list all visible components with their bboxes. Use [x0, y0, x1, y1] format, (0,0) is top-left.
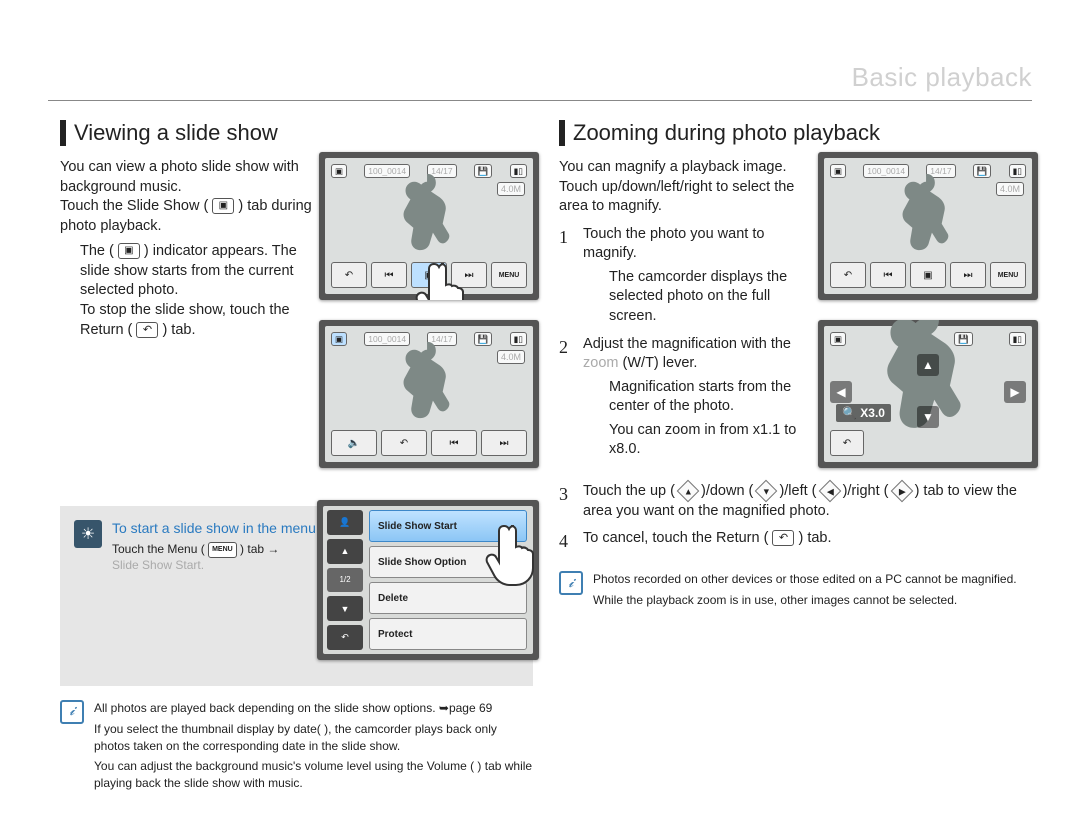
battery-icon [510, 332, 527, 346]
photo-mode-icon: ▣ [830, 332, 846, 346]
tipbox-slideshow-menu: ☀ To start a slide show in the menu scre… [60, 506, 533, 686]
lcd-screenshot-slideshow-2: ▣ 100_0014 14/17 💾 4.0M 🔈 ↶ [319, 320, 539, 468]
sidebar-up-icon[interactable]: ▲ [327, 539, 363, 564]
sd-card-icon: 💾 [973, 164, 992, 178]
photo-mode-icon: ▣ [331, 164, 347, 178]
nav-right-icon: ▶ [890, 480, 913, 503]
return-button[interactable]: ↶ [830, 262, 866, 288]
slideshow-button[interactable]: ▣ [910, 262, 946, 288]
sd-card-icon: 💾 [474, 164, 493, 178]
note-block-slideshow: 𝓲 All photos are played back depending o… [60, 700, 533, 792]
lcd-screenshot-zoom-1: ▣ 100_0014 14/17 💾 4.0M ↶ ⏮ [818, 152, 1038, 300]
menu-item-protect[interactable]: Protect [369, 618, 527, 650]
lightbulb-icon: ☀ [74, 520, 102, 548]
intro-text: You can view a photo slide show with bac… [60, 158, 320, 340]
sidebar-person-icon[interactable]: 👤 [327, 510, 363, 535]
nav-down-icon: ▼ [755, 480, 778, 503]
menu-button[interactable]: MENU [491, 262, 527, 288]
nav-left-button[interactable]: ◀ [830, 381, 852, 403]
note-text: All photos are played back depending on … [94, 700, 533, 792]
nav-up-button[interactable]: ▲ [917, 354, 939, 376]
section-title-text: Zooming during photo playback [573, 120, 880, 146]
section-title-zoom: Zooming during photo playback [559, 120, 1032, 146]
photo-mode-icon: ▣ [830, 164, 846, 178]
hand-pointer-icon [409, 258, 479, 300]
nav-left-icon: ◀ [818, 480, 841, 503]
prev-button[interactable]: ⏮ [371, 262, 407, 288]
slideshow-indicator-icon [118, 243, 140, 259]
step-3-text: Touch the up ( ▲ )/down ( ▼ )/left ( ◀ )… [583, 482, 1026, 521]
slideshow-indicator-icon: ▣ [331, 332, 347, 346]
return-icon [136, 322, 158, 338]
resolution-indicator: 4.0M [996, 182, 1024, 196]
lcd-screenshot-menu: 👤 ▲ 1/2 ▼ ↶ Slide Show Start Slide Show … [317, 500, 539, 660]
left-column: Viewing a slide show You can view a phot… [60, 120, 533, 792]
right-column: Zooming during photo playback You can ma… [559, 120, 1032, 792]
prev-button[interactable]: ⏮ [870, 262, 906, 288]
next-button[interactable]: ⏭ [950, 262, 986, 288]
zoom-level-indicator: 🔍 X3.0 [836, 404, 891, 422]
return-button[interactable]: ↶ [830, 430, 864, 456]
next-button[interactable]: ⏭ [481, 430, 527, 456]
menu-button[interactable]: MENU [990, 262, 1026, 288]
note-text: Photos recorded on other devices or thos… [593, 571, 1017, 609]
return-button[interactable]: ↶ [381, 430, 427, 456]
menu-icon [208, 542, 237, 558]
battery-icon [1009, 164, 1026, 178]
nav-right-button[interactable]: ▶ [1004, 381, 1026, 403]
section-bar-icon [60, 120, 66, 146]
section-bar-icon [559, 120, 565, 146]
note-block-zoom: 𝓲 Photos recorded on other devices or th… [559, 571, 1032, 609]
step-number-4: 4 [559, 529, 579, 553]
battery-icon [510, 164, 527, 178]
chapter-title: Basic playback [852, 62, 1032, 93]
sd-card-icon: 💾 [474, 332, 493, 346]
nav-down-button[interactable]: ▼ [917, 406, 939, 428]
step-4-text: To cancel, touch the Return ( ) tab. [583, 529, 1026, 549]
horizontal-rule [48, 100, 1032, 101]
step-1-text: Touch the photo you want to magnify. The… [583, 225, 813, 327]
nav-up-icon: ▲ [677, 480, 700, 503]
resolution-indicator: 4.0M [497, 350, 525, 364]
photo-silhouette [389, 338, 469, 426]
note-icon: 𝓲 [60, 700, 84, 724]
photo-silhouette [389, 170, 469, 258]
step-number-3: 3 [559, 482, 579, 506]
step-number-2: 2 [559, 335, 579, 359]
lcd-screenshot-slideshow-1: ▣ 100_0014 14/17 💾 4.0M ↶ ⏮ [319, 152, 539, 300]
prev-button[interactable]: ⏮ [431, 430, 477, 456]
photo-silhouette [888, 170, 968, 258]
return-button[interactable]: ↶ [331, 262, 367, 288]
sidebar-down-icon[interactable]: ▼ [327, 596, 363, 621]
sidebar-return-icon[interactable]: ↶ [327, 625, 363, 650]
section-title-slideshow: Viewing a slide show [60, 120, 533, 146]
section-title-text: Viewing a slide show [74, 120, 278, 146]
hand-pointer-icon [479, 520, 549, 590]
return-icon [772, 530, 794, 546]
lcd-screenshot-zoom-2: ▣ 💾 🔍 X3.0 ◀ ▶ ▲ ▼ [818, 320, 1038, 468]
step-2-text: Adjust the magnification with the zoom (… [583, 335, 813, 460]
note-icon: 𝓲 [559, 571, 583, 595]
volume-button[interactable]: 🔈 [331, 430, 377, 456]
resolution-indicator: 4.0M [497, 182, 525, 196]
sidebar-counter: 1/2 [327, 568, 363, 593]
slideshow-icon [212, 198, 234, 214]
intro-text: You can magnify a playback image. Touch … [559, 158, 819, 217]
step-number-1: 1 [559, 225, 579, 249]
battery-icon [1009, 332, 1026, 346]
